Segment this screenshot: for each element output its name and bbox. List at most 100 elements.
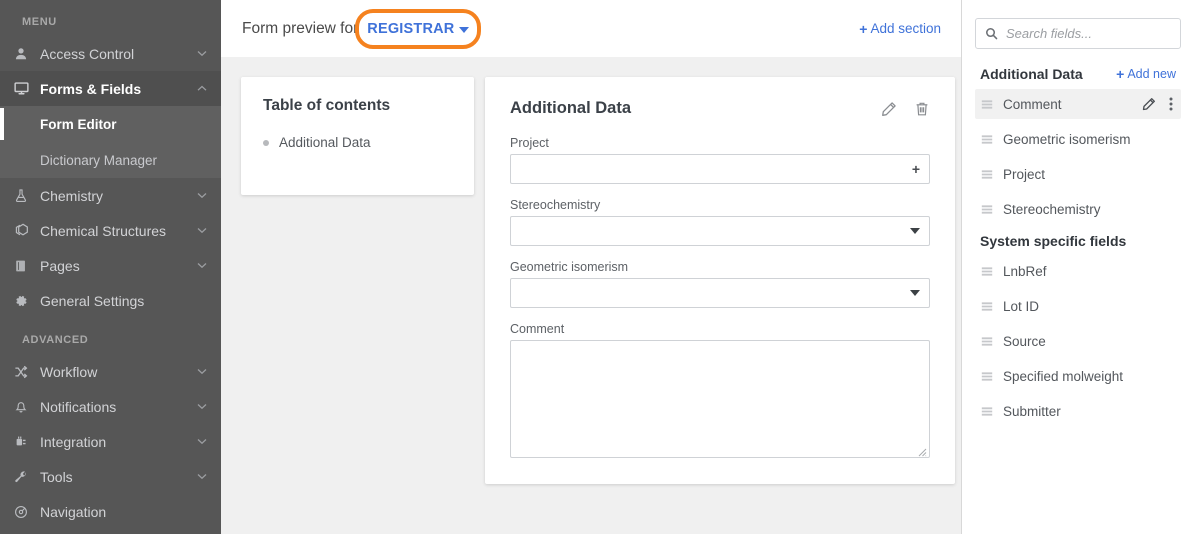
sidebar-item-dictionary-manager[interactable]: Dictionary Manager (0, 142, 221, 178)
field-list-item-project[interactable]: Project (975, 159, 1181, 189)
sidebar-item-form-editor[interactable]: Form Editor (0, 106, 221, 142)
field-list-item-label: Comment (1003, 97, 1062, 112)
sidebar-item-navigation[interactable]: Navigation (0, 494, 221, 529)
user-icon (14, 47, 40, 61)
sidebar-item-chemistry[interactable]: Chemistry (0, 178, 221, 213)
hexagon-icon (14, 223, 40, 238)
drag-handle-icon[interactable] (981, 407, 993, 416)
registrar-dropdown-wrapper: REGISTRAR (364, 20, 472, 38)
sidebar-section-menu-label: MENU (0, 0, 221, 36)
sidebar-item-label: Workflow (40, 364, 195, 380)
field-list-item-stereochemistry[interactable]: Stereochemistry (975, 194, 1181, 224)
monitor-icon (14, 81, 40, 96)
project-input[interactable]: + (510, 154, 930, 184)
pencil-icon[interactable] (1142, 97, 1156, 111)
gear-icon (14, 294, 40, 308)
registrar-dropdown[interactable]: REGISTRAR (364, 20, 472, 38)
comment-textarea[interactable] (510, 340, 930, 458)
plus-icon: + (859, 21, 867, 37)
kebab-menu-icon[interactable] (1169, 97, 1173, 111)
drag-handle-icon[interactable] (981, 267, 993, 276)
toc-item-additional-data[interactable]: Additional Data (263, 135, 452, 150)
sidebar-item-pages[interactable]: Pages (0, 248, 221, 283)
sidebar-item-access-control[interactable]: Access Control (0, 36, 221, 71)
field-list-item-label: Project (1003, 167, 1045, 182)
registrar-dropdown-label: REGISTRAR (367, 21, 454, 37)
sidebar: MENU Access Control Forms & Fields Form … (0, 0, 221, 534)
field-label: Comment (510, 322, 930, 336)
sidebar-item-label: Access Control (40, 46, 195, 62)
plug-icon (14, 435, 40, 449)
add-section-label: Add section (870, 21, 941, 36)
chevron-down-icon (195, 368, 209, 375)
drag-handle-icon[interactable] (981, 170, 993, 179)
chevron-down-icon (195, 192, 209, 199)
plus-icon[interactable]: + (912, 162, 920, 176)
pencil-icon[interactable] (881, 101, 897, 117)
sidebar-item-label: Integration (40, 434, 195, 450)
chevron-down-icon (195, 227, 209, 234)
bell-icon (14, 399, 40, 414)
field-list-item-source[interactable]: Source (975, 326, 1181, 356)
field-list-item-label: Geometric isomerism (1003, 132, 1131, 147)
search-icon (985, 27, 998, 40)
field-list-item-label: Lot ID (1003, 299, 1039, 314)
field-list-item-lot-id[interactable]: Lot ID (975, 291, 1181, 321)
sidebar-item-workflow[interactable]: Workflow (0, 354, 221, 389)
wrench-icon (14, 470, 40, 484)
form-section-card: Additional Data Project (485, 77, 955, 484)
bullet-icon (263, 140, 269, 146)
chevron-down-icon (195, 50, 209, 57)
sidebar-item-label: Pages (40, 258, 195, 274)
field-list-item-label: Submitter (1003, 404, 1061, 419)
drag-handle-icon[interactable] (981, 302, 993, 311)
form-field-stereochemistry: Stereochemistry (510, 198, 930, 246)
sidebar-item-tools[interactable]: Tools (0, 459, 221, 494)
chevron-down-icon (195, 403, 209, 410)
fields-panel: Search fields... Additional Data + Add n… (961, 0, 1194, 534)
stereochemistry-select[interactable] (510, 216, 930, 246)
sidebar-section-advanced-label: ADVANCED (0, 318, 221, 354)
sidebar-item-integration[interactable]: Integration (0, 424, 221, 459)
drag-handle-icon[interactable] (981, 337, 993, 346)
field-list-item-geometric-isomerism[interactable]: Geometric isomerism (975, 124, 1181, 154)
sidebar-subitem-label: Form Editor (40, 117, 117, 132)
sidebar-item-forms-and-fields[interactable]: Forms & Fields (0, 71, 221, 106)
drag-handle-icon[interactable] (981, 205, 993, 214)
main-content: Form preview for REGISTRAR + Add section… (221, 0, 961, 534)
add-section-button[interactable]: + Add section (859, 21, 941, 37)
field-label: Stereochemistry (510, 198, 930, 212)
form-field-comment: Comment (510, 322, 930, 458)
geometric-isomerism-select[interactable] (510, 278, 930, 308)
sidebar-item-general-settings[interactable]: General Settings (0, 283, 221, 318)
sidebar-item-label: Tools (40, 469, 195, 485)
field-list-item-label: Stereochemistry (1003, 202, 1101, 217)
drag-handle-icon[interactable] (981, 100, 993, 109)
field-list-item-lnbref[interactable]: LnbRef (975, 256, 1181, 286)
sidebar-item-label: Forms & Fields (40, 81, 195, 97)
field-list-item-comment[interactable]: Comment (975, 89, 1181, 119)
page-title: Form preview for REGISTRAR (242, 20, 472, 38)
chevron-down-icon (195, 438, 209, 445)
add-new-field-button[interactable]: + Add new (1116, 66, 1176, 82)
sidebar-item-chemical-structures[interactable]: Chemical Structures (0, 213, 221, 248)
form-field-geometric-isomerism: Geometric isomerism (510, 260, 930, 308)
field-list-item-submitter[interactable]: Submitter (975, 396, 1181, 426)
field-group-title: Additional Data (980, 66, 1083, 82)
form-section-header: Additional Data (510, 99, 930, 118)
drag-handle-icon[interactable] (981, 372, 993, 381)
sidebar-item-label: Notifications (40, 399, 195, 415)
field-group-title-system-specific: System specific fields (975, 229, 1181, 256)
field-list-item-label: LnbRef (1003, 264, 1047, 279)
trash-icon[interactable] (914, 101, 930, 117)
resize-handle-icon[interactable] (916, 444, 927, 455)
field-list-item-specified-molweight[interactable]: Specified molweight (975, 361, 1181, 391)
field-label: Project (510, 136, 930, 150)
field-list-item-label: Specified molweight (1003, 369, 1123, 384)
work-area: Table of contents Additional Data Additi… (221, 57, 961, 534)
field-group-header-additional-data: Additional Data + Add new (975, 61, 1181, 87)
search-fields-input[interactable]: Search fields... (975, 18, 1181, 49)
drag-handle-icon[interactable] (981, 135, 993, 144)
sidebar-item-notifications[interactable]: Notifications (0, 389, 221, 424)
caret-down-icon (459, 27, 469, 33)
